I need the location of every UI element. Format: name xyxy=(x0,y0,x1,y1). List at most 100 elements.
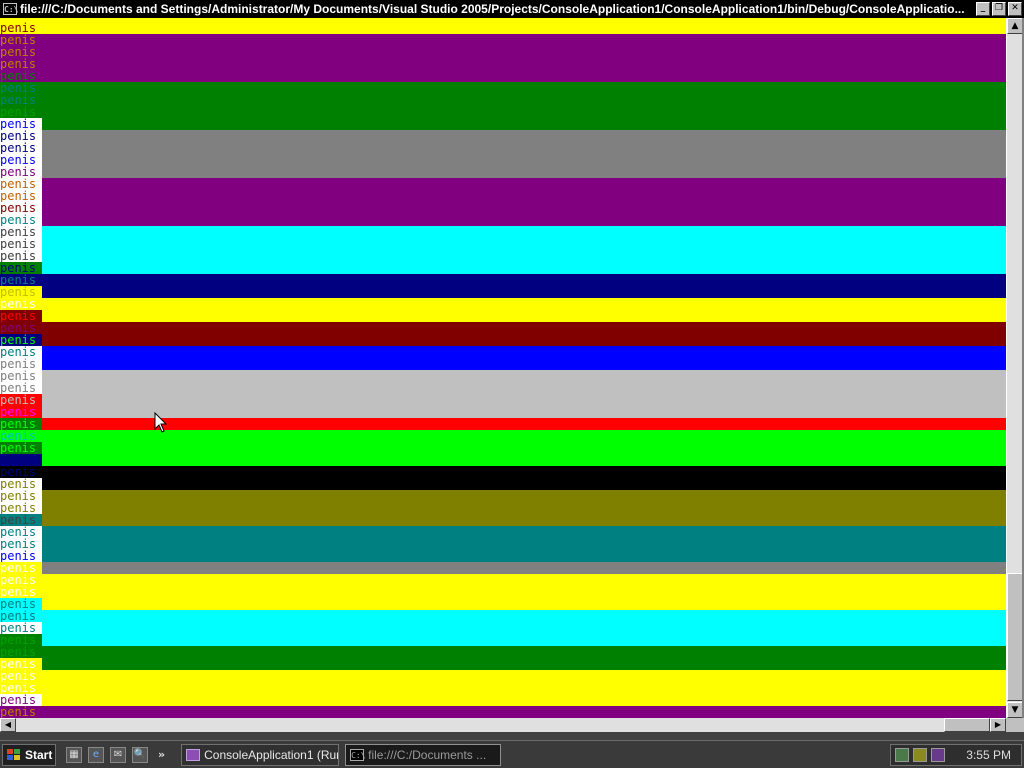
console-line: penis xyxy=(0,262,42,274)
window-bottom-border xyxy=(0,732,1024,740)
scroll-right-button[interactable]: ▶ xyxy=(990,718,1006,732)
taskbar-item-label: ConsoleApplication1 (Run... xyxy=(204,747,340,762)
console-line: penis xyxy=(0,346,42,358)
color-band xyxy=(0,610,1006,646)
console-line: penis xyxy=(0,94,42,106)
console-line: penis xyxy=(0,586,42,598)
console-line: penis xyxy=(0,394,42,406)
color-band xyxy=(0,178,1006,226)
console-line: penis xyxy=(0,382,42,394)
console-line: penis xyxy=(0,154,42,166)
title-bar[interactable]: C:\ file:///C:/Documents and Settings/Ad… xyxy=(0,0,1024,18)
console-line: penis xyxy=(0,418,42,430)
console-line: penis xyxy=(0,634,42,646)
mouse-cursor-icon xyxy=(154,412,168,433)
start-button[interactable]: Start xyxy=(2,743,56,766)
window-controls: _ ❐ ✕ xyxy=(976,2,1022,16)
console-line: penis xyxy=(0,490,42,502)
quick-launch-chevron-icon[interactable]: » xyxy=(158,748,165,761)
visual-studio-tray-icon[interactable] xyxy=(931,748,945,762)
search-icon[interactable]: 🔍 xyxy=(132,746,148,763)
scroll-up-button[interactable]: ▲ xyxy=(1007,18,1023,34)
color-band xyxy=(0,562,1006,574)
console-output[interactable]: penis penis penis penis penis penis penis penis… xyxy=(0,18,1006,718)
close-button[interactable]: ✕ xyxy=(1008,2,1022,16)
minimize-button[interactable]: _ xyxy=(976,2,990,16)
console-line: penis xyxy=(0,106,42,118)
console-line: penis xyxy=(0,706,42,718)
color-band xyxy=(0,706,1006,718)
color-band xyxy=(0,370,1006,418)
console-line: penis xyxy=(0,562,42,574)
color-band xyxy=(0,646,1006,670)
color-band xyxy=(0,670,1006,706)
console-line: penis xyxy=(0,514,42,526)
console-line: penis xyxy=(0,118,42,130)
console-app-icon[interactable]: C:\ xyxy=(3,3,18,15)
console-line: penis xyxy=(0,682,42,694)
visual-studio-icon xyxy=(186,748,201,761)
console-line: penis xyxy=(0,250,42,262)
console-line: penis xyxy=(0,58,42,70)
color-band xyxy=(0,130,1006,178)
console-line: penis xyxy=(0,82,42,94)
horizontal-scroll-thumb[interactable] xyxy=(944,718,990,732)
taskbar-item-console[interactable]: C:\ file:///C:/Documents ... xyxy=(345,743,502,766)
console-line: penis xyxy=(0,442,42,454)
console-line: penis xyxy=(0,478,42,490)
color-band xyxy=(0,526,1006,562)
console-line: penis xyxy=(0,226,42,238)
console-line: penis xyxy=(0,550,42,562)
console-line: penis xyxy=(0,670,42,682)
color-band xyxy=(0,490,1006,526)
internet-explorer-icon[interactable]: e xyxy=(88,746,104,763)
network-icon[interactable] xyxy=(895,748,909,762)
console-line: penis xyxy=(0,658,42,670)
safely-remove-hardware-icon[interactable] xyxy=(913,748,927,762)
console-line: penis xyxy=(0,646,42,658)
console-line: penis xyxy=(0,526,42,538)
horizontal-scrollbar[interactable]: ◀ ▶ xyxy=(0,718,1006,732)
clock[interactable]: 3:55 PM xyxy=(966,748,1011,762)
console-line: penis xyxy=(0,130,42,142)
windows-logo-icon xyxy=(7,748,21,761)
taskbar-item-visual-studio[interactable]: ConsoleApplication1 (Run... xyxy=(181,743,340,766)
system-tray: 3:55 PM xyxy=(890,744,1022,766)
color-band xyxy=(0,34,1006,82)
restore-button[interactable]: ❐ xyxy=(992,2,1006,16)
scroll-left-button[interactable]: ◀ xyxy=(0,718,16,732)
console-line: penis xyxy=(0,610,42,622)
console-line: penis xyxy=(0,34,42,46)
console-line: penis xyxy=(0,190,42,202)
color-band xyxy=(0,274,1006,298)
console-line: penis xyxy=(0,454,42,466)
console-icon: C:\ xyxy=(350,748,366,761)
scroll-down-button[interactable]: ▼ xyxy=(1007,702,1023,718)
console-line: penis xyxy=(0,142,42,154)
console-line: penis xyxy=(0,598,42,610)
console-line: penis xyxy=(0,502,42,514)
color-band xyxy=(0,430,1006,466)
console-line: penis xyxy=(0,370,42,382)
console-line: penis xyxy=(0,358,42,370)
console-line: penis xyxy=(0,238,42,250)
scrollbar-corner xyxy=(1006,718,1024,732)
outlook-express-icon[interactable]: ✉ xyxy=(110,746,126,763)
console-line: penis xyxy=(0,274,42,286)
console-line: penis xyxy=(0,430,42,442)
taskbar-item-label: file:///C:/Documents ... xyxy=(368,747,487,762)
console-line: penis xyxy=(0,70,42,82)
console-line: penis xyxy=(0,538,42,550)
vertical-scrollbar[interactable]: ▲ ▼ xyxy=(1006,18,1023,718)
start-label: Start xyxy=(25,747,53,762)
console-line: penis xyxy=(0,694,42,706)
color-band xyxy=(0,22,1006,34)
show-desktop-icon[interactable]: ▦ xyxy=(66,746,82,763)
color-band xyxy=(0,226,1006,274)
console-line: penis xyxy=(0,466,42,478)
color-band xyxy=(0,346,1006,370)
vertical-scroll-thumb[interactable] xyxy=(1007,573,1023,701)
window-title: file:///C:/Documents and Settings/Admini… xyxy=(20,2,965,16)
console-line: penis xyxy=(0,406,42,418)
color-band xyxy=(0,82,1006,130)
